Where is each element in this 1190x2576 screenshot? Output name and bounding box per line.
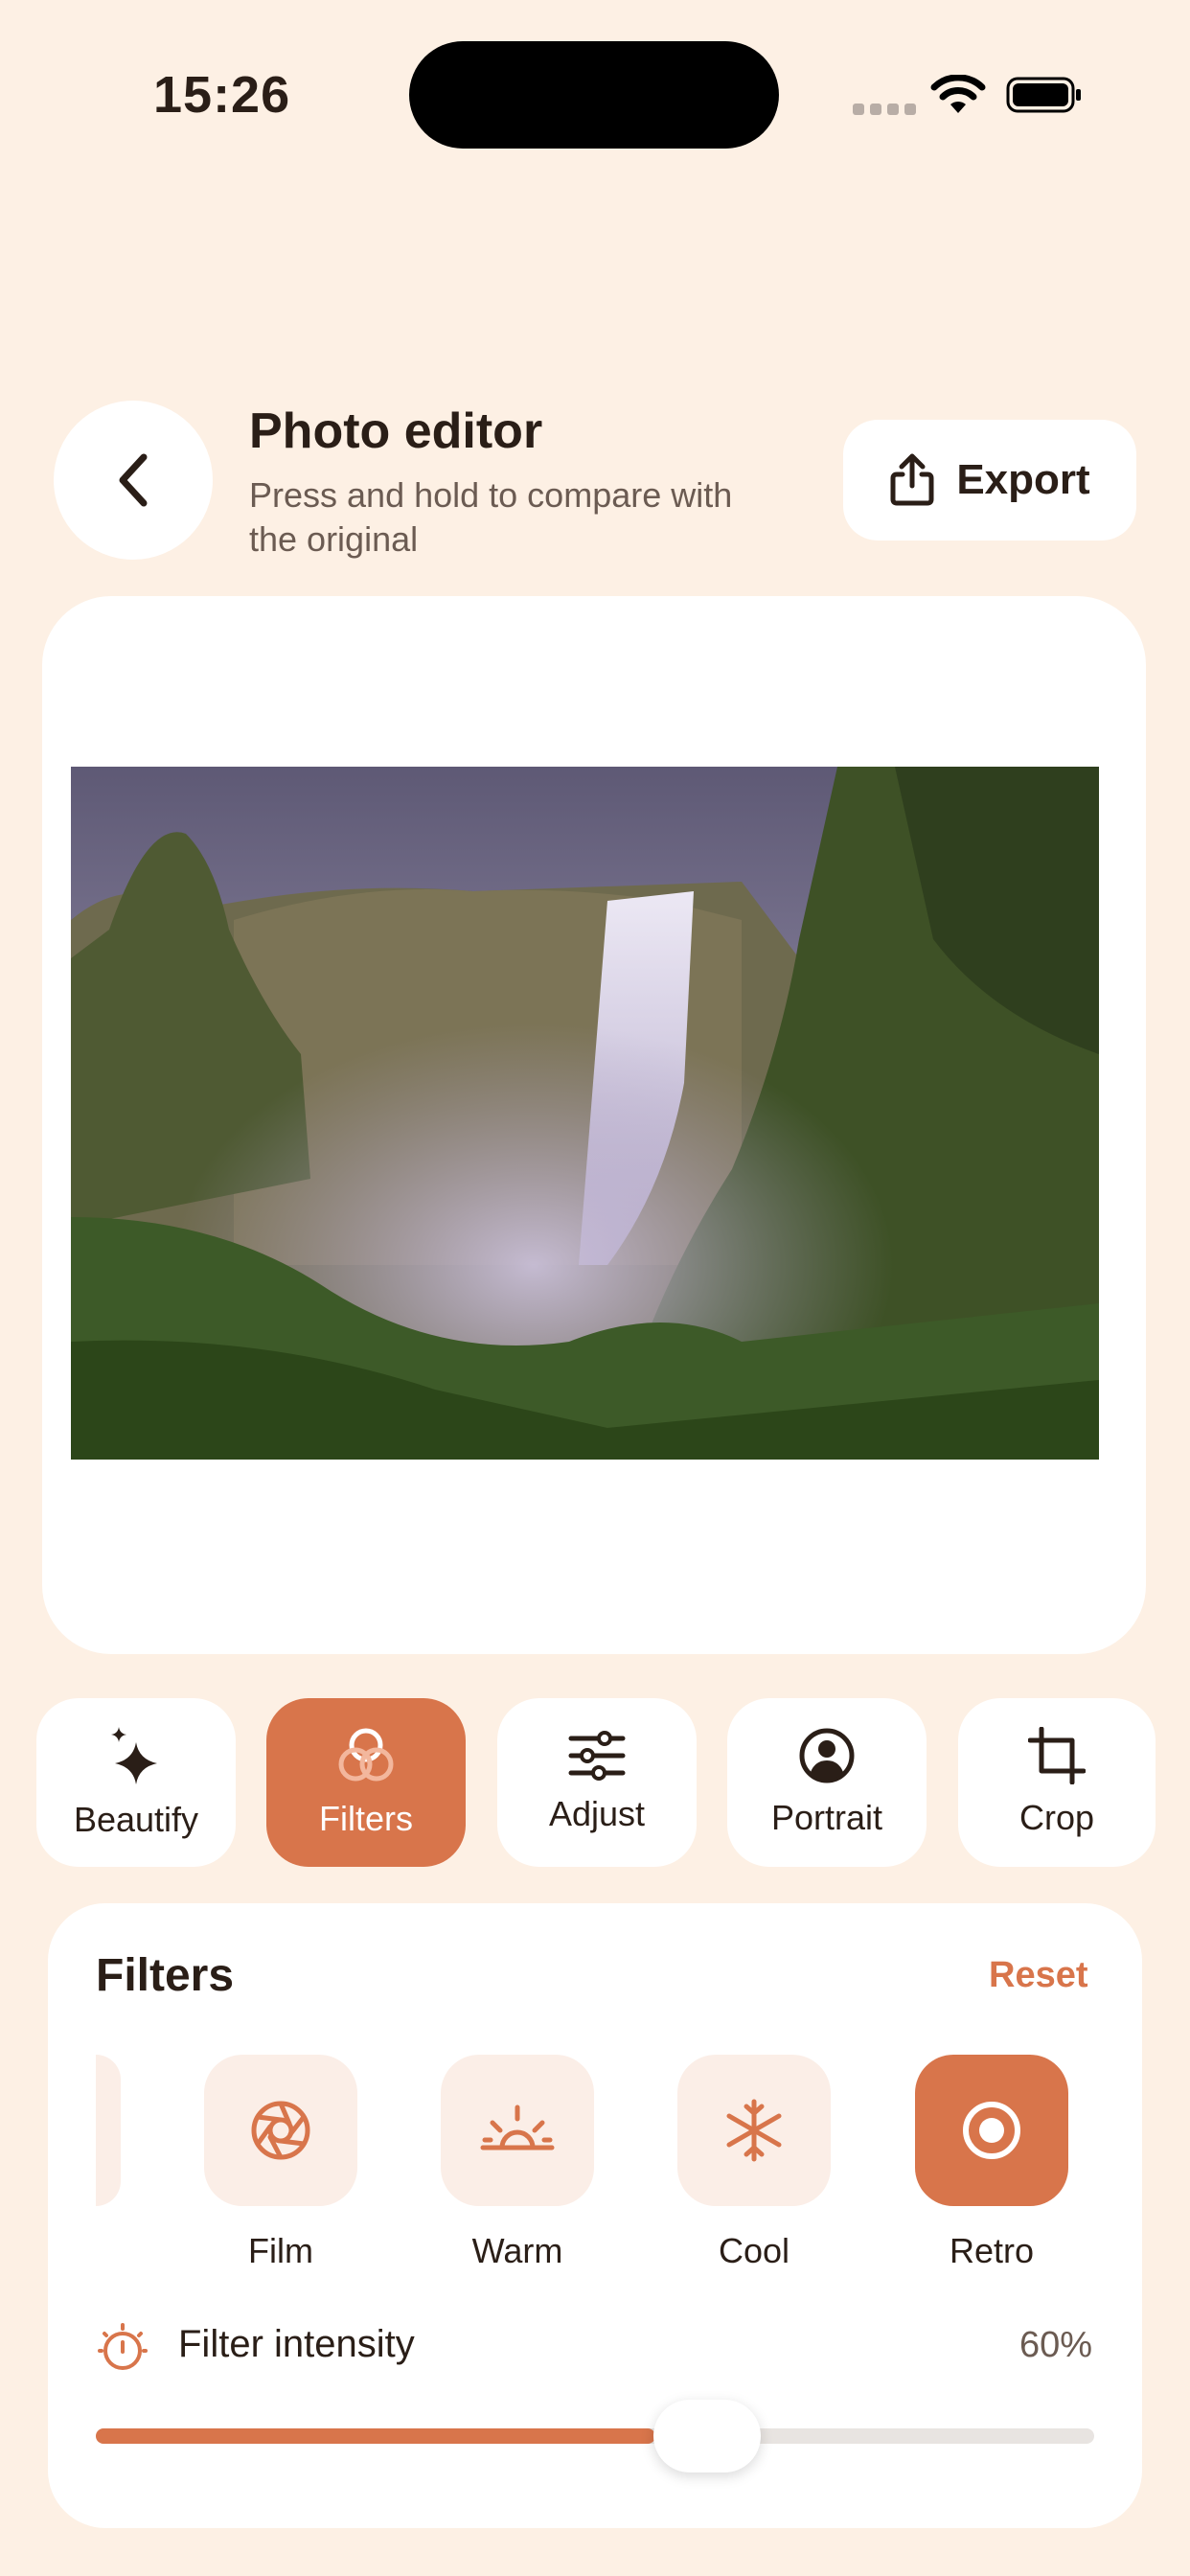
tool-beautify[interactable]: Beautify	[36, 1698, 236, 1867]
snowflake-icon	[726, 2099, 782, 2162]
filter-label-cool: Cool	[718, 2231, 790, 2270]
export-button[interactable]: Export	[843, 420, 1136, 540]
share-icon	[890, 453, 934, 506]
intensity-value: 60%	[1018, 2325, 1092, 2365]
record-icon	[963, 2102, 1020, 2159]
filters-icon	[338, 1728, 394, 1782]
intensity-slider-thumb[interactable]	[653, 2400, 761, 2472]
tool-filters[interactable]: Filters	[266, 1698, 466, 1867]
intensity-slider[interactable]	[96, 2400, 1094, 2472]
filter-label-film: Film	[248, 2231, 313, 2270]
tool-crop[interactable]: Crop	[958, 1698, 1156, 1867]
filter-film[interactable]	[204, 2055, 357, 2206]
export-label: Export	[956, 456, 1090, 503]
tool-label-crop: Crop	[1018, 1798, 1095, 1837]
tool-label-adjust: Adjust	[548, 1794, 646, 1833]
page-title: Photo editor	[249, 403, 543, 459]
intensity-slider-fill	[96, 2428, 655, 2444]
cellular-signal-icon	[853, 104, 916, 115]
portrait-icon	[799, 1728, 855, 1783]
sparkles-icon	[111, 1727, 157, 1784]
tool-portrait[interactable]: Portrait	[727, 1698, 927, 1867]
tool-label-portrait: Portrait	[770, 1798, 883, 1837]
status-time: 15:26	[153, 66, 291, 124]
filter-item-partial[interactable]	[96, 2055, 121, 2206]
filter-label-warm: Warm	[471, 2231, 563, 2270]
back-button[interactable]	[54, 401, 213, 560]
page-subtitle: Press and hold to compare with the origi…	[249, 475, 733, 559]
filter-retro[interactable]	[915, 2055, 1068, 2206]
sliders-icon	[568, 1731, 626, 1781]
wifi-icon	[930, 75, 986, 113]
battery-icon	[1006, 77, 1081, 113]
sunrise-icon	[480, 2104, 555, 2150]
intensity-label: Filter intensity	[178, 2323, 415, 2365]
timer-icon	[98, 2323, 148, 2370]
filters-panel-title: Filters	[96, 1950, 235, 2001]
filter-label-retro: Retro	[949, 2231, 1035, 2270]
filter-cool[interactable]	[677, 2055, 831, 2206]
tool-label-beautify: Beautify	[73, 1800, 199, 1839]
filter-warm[interactable]	[441, 2055, 594, 2206]
waterfall-photo[interactable]	[71, 767, 1099, 1460]
aperture-icon	[251, 2101, 310, 2160]
reset-button[interactable]: Reset	[989, 1955, 1088, 1996]
tool-label-filters: Filters	[319, 1799, 413, 1838]
chevron-left-icon	[119, 453, 148, 507]
dynamic-island	[409, 41, 779, 149]
crop-icon	[1028, 1727, 1086, 1784]
tool-adjust[interactable]: Adjust	[497, 1698, 697, 1867]
